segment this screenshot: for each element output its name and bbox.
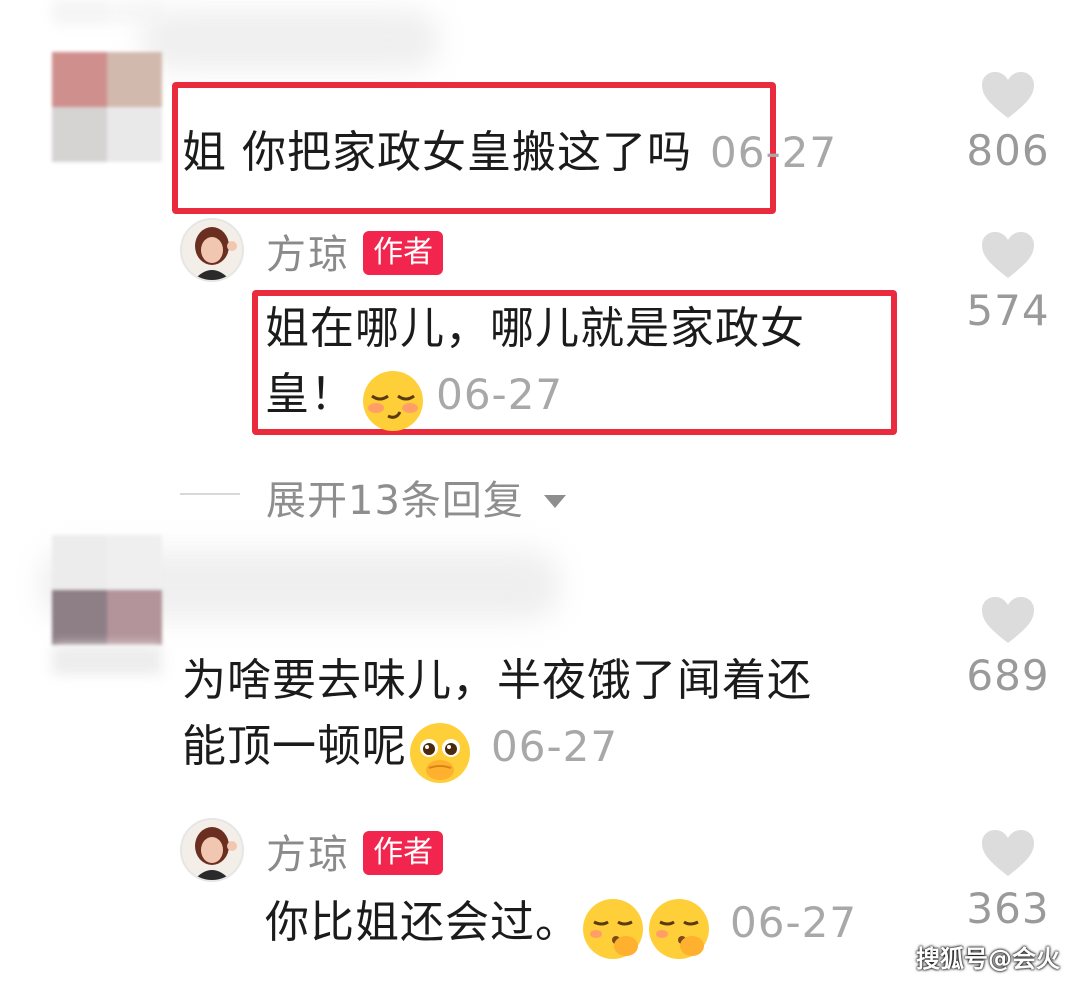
heart-icon [982,830,1034,876]
avatar-blurred[interactable] [52,535,162,645]
like-button-4[interactable]: 363 [953,828,1063,933]
relieved-face-icon [360,368,426,434]
author-name[interactable]: 方琼 [266,832,350,878]
comment-1-text: 姐 你把家政女皇搬这了吗 [182,127,692,178]
expand-replies-button[interactable]: 展开13条回复 [266,468,566,526]
like-count-3: 689 [966,651,1050,700]
expand-replies-label: 展开13条回复 [266,478,524,524]
reply-1-line2: 皇！ [265,369,355,420]
author-badge: 作者 [363,831,444,875]
reply-1-line1: 姐在哪儿，哪儿就是家政女 [265,303,805,354]
heart-icon [982,232,1034,278]
kissing-face-icon [580,896,646,962]
comment-2: 为啥要去味儿，半夜饿了闻着还 能顶一顿呢 06-27 [182,648,932,790]
like-button-1[interactable]: 806 [953,70,1063,175]
author-avatar[interactable] [180,818,244,882]
comment-2-line1: 为啥要去味儿，半夜饿了闻着还 [182,655,812,706]
reply-1-header: 方琼 作者 [266,222,444,281]
reply-1-text: 姐在哪儿，哪儿就是家政女 皇！ 06-27 [265,296,895,438]
author-badge: 作者 [363,231,444,275]
avatar-blurred-bottom [52,645,162,675]
like-count-2: 574 [966,286,1050,335]
author-name[interactable]: 方琼 [266,232,350,278]
watermark: 搜狐号@会火 [916,945,1060,973]
comment-1: 姐 你把家政女皇搬这了吗 06-27 [182,120,837,186]
like-count-4: 363 [966,884,1050,933]
like-button-3[interactable]: 689 [953,595,1063,700]
reply-2-text: 你比姐还会过。 06-27 [265,890,857,966]
kissing-face-icon [646,896,712,962]
comment-2-date: 06-27 [491,722,619,771]
author-avatar[interactable] [180,218,244,282]
reply-2-date: 06-27 [730,898,858,947]
avatar-blurred-top [52,0,162,50]
heart-icon [982,72,1034,118]
reply-2-line: 你比姐还会过。 [265,897,580,948]
expand-divider [180,493,240,495]
heart-icon [982,597,1034,643]
like-button-2[interactable]: 574 [953,230,1063,335]
blurred-username [140,10,440,70]
comment-2-line2: 能顶一顿呢 [182,721,407,772]
triangle-down-icon [543,495,566,508]
pleading-face-icon [407,720,473,786]
reply-2-header: 方琼 作者 [266,822,444,881]
like-count-1: 806 [966,126,1050,175]
reply-1-date: 06-27 [436,370,564,419]
avatar-blurred[interactable] [52,52,162,162]
comment-1-date: 06-27 [710,128,838,177]
